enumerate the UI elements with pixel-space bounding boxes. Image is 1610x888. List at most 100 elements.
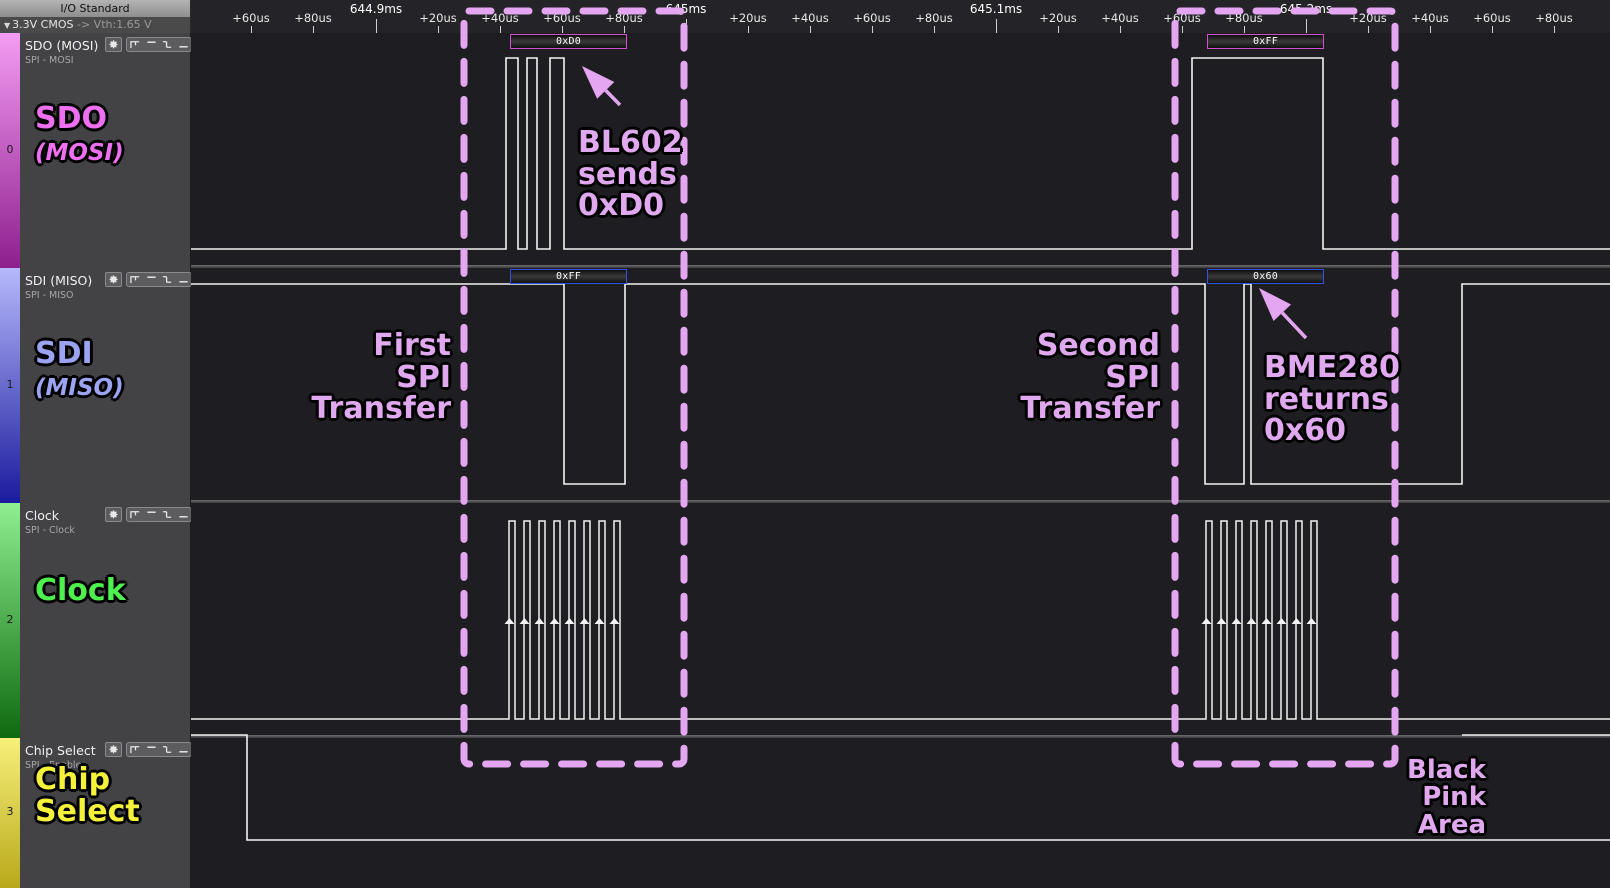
channel-pane-clock[interactable]: 2 Clock SPI - Clock Clock: [0, 503, 192, 738]
ruler-tick: [438, 26, 439, 33]
arrow-separator: ->: [76, 18, 91, 31]
ruler-tick: [1244, 26, 1245, 33]
low-level-icon[interactable]: [175, 38, 191, 51]
ruler-minor-label: +60us: [543, 11, 581, 25]
ruler-minor-label: +40us: [791, 11, 829, 25]
ruler-minor-label: +20us: [729, 11, 767, 25]
ruler-tick: [934, 26, 935, 33]
ruler-minor-label: +80us: [1535, 11, 1573, 25]
ruler-tick: [1182, 26, 1183, 33]
ruler-minor-label: +80us: [605, 11, 643, 25]
chevron-down-icon[interactable]: ▼: [4, 21, 10, 30]
ruler-tick: [686, 19, 687, 33]
ruler-minor-label: +40us: [1101, 11, 1139, 25]
channel-name-label[interactable]: Chip Select: [25, 743, 96, 758]
falling-edge-icon[interactable]: [159, 508, 175, 521]
sdi-miso-trace: [191, 283, 1610, 485]
waveform-traces: [191, 57, 1610, 841]
ruler-minor-label: +20us: [1039, 11, 1077, 25]
ruler-minor-label: +60us: [853, 11, 891, 25]
rising-edge-icon[interactable]: [127, 38, 143, 51]
ruler-minor-label: +40us: [481, 11, 519, 25]
chip-select-trace: [191, 734, 1610, 841]
ruler-minor-label: +80us: [1225, 11, 1263, 25]
clock-pulse-path: [191, 520, 1610, 720]
ruler-tick: [1120, 26, 1121, 33]
voltage-standard-label: 3.3V CMOS: [12, 18, 74, 31]
ruler-minor-label: +20us: [419, 11, 457, 25]
channel-name-label[interactable]: Clock: [25, 508, 59, 523]
channel-pane-sdo-mosi[interactable]: 0 SDO (MOSI) SPI - MOSI SDO (MOSI): [0, 33, 192, 268]
edge-trigger-button-group[interactable]: [126, 37, 192, 52]
miso-byte-1[interactable]: 0xFF: [510, 269, 627, 284]
rising-edge-icon[interactable]: [127, 743, 143, 756]
edge-trigger-button-group[interactable]: [126, 742, 192, 757]
edge-trigger-button-group[interactable]: [126, 507, 192, 522]
gear-icon[interactable]: [105, 742, 122, 757]
channel-name-label[interactable]: SDI (MISO): [25, 273, 92, 288]
clock-edge-marker: [534, 618, 545, 624]
ruler-minor-label: +40us: [1411, 11, 1449, 25]
clock-edge-marker: [579, 618, 590, 624]
channel-number: 0: [6, 142, 14, 156]
low-level-icon[interactable]: [175, 273, 191, 286]
mosi-byte-2[interactable]: 0xFF: [1207, 34, 1324, 49]
gear-icon[interactable]: [105, 507, 122, 522]
low-level-icon[interactable]: [175, 743, 191, 756]
ruler-tick: [1368, 26, 1369, 33]
channel-big-annotation: SDI (MISO): [35, 336, 124, 401]
timeline-ruler[interactable]: +60us +80us 644.9ms +20us +40us +60us +80us 645…: [191, 0, 1610, 33]
channel-protocol-label: SPI - Enable: [25, 760, 82, 771]
channel-protocol-label: SPI - Clock: [25, 525, 75, 536]
ruler-tick: [562, 26, 563, 33]
ruler-tick: [1058, 26, 1059, 33]
gear-icon[interactable]: [105, 37, 122, 52]
gear-icon[interactable]: [105, 272, 122, 287]
edge-trigger-button-group[interactable]: [126, 272, 192, 287]
clock-edge-marker: [1201, 618, 1212, 624]
low-level-icon[interactable]: [175, 508, 191, 521]
ruler-tick: [313, 26, 314, 33]
ruler-minor-label: +60us: [1473, 11, 1511, 25]
ruler-tick: [748, 26, 749, 33]
ruler-major-label: 645.2ms: [1279, 2, 1333, 16]
ruler-tick: [1554, 26, 1555, 33]
ruler-tick: [1430, 26, 1431, 33]
mosi-byte-1[interactable]: 0xD0: [510, 34, 627, 49]
ruler-major-label: 644.9ms: [349, 2, 403, 16]
clock-edge-marker: [1216, 618, 1227, 624]
falling-edge-icon[interactable]: [159, 743, 175, 756]
falling-edge-icon[interactable]: [159, 38, 175, 51]
channel-protocol-label: SPI - MOSI: [25, 55, 74, 66]
high-level-icon[interactable]: [143, 273, 159, 286]
voltage-threshold-row[interactable]: ▼ 3.3V CMOS -> Vth:1.65 V: [0, 17, 191, 33]
clock-edge-marker: [1276, 618, 1287, 624]
channel-pane-chip-select[interactable]: 3 Chip Select SPI - Enable Chip Select: [0, 738, 192, 888]
clock-edge-marker: [609, 618, 620, 624]
channel-name-label[interactable]: SDO (MOSI): [25, 38, 98, 53]
falling-edge-icon[interactable]: [159, 273, 175, 286]
clock-edge-marker: [564, 618, 575, 624]
ruler-tick: [1306, 19, 1307, 33]
ruler-major-label: 645.1ms: [969, 2, 1023, 16]
channel-big-annotation: Chip Select: [35, 762, 140, 829]
high-level-icon[interactable]: [143, 508, 159, 521]
channel-pane-sdi-miso[interactable]: 1 SDI (MISO) SPI - MISO SDI (MISO): [0, 268, 192, 503]
channel-number: 1: [6, 377, 14, 391]
high-level-icon[interactable]: [143, 38, 159, 51]
rising-edge-icon[interactable]: [127, 273, 143, 286]
waveform-canvas[interactable]: [191, 33, 1610, 888]
ruler-tick: [251, 26, 252, 33]
clock-edge-marker: [1261, 618, 1272, 624]
ruler-minor-label: +80us: [294, 11, 332, 25]
clock-edge-marker: [1291, 618, 1302, 624]
miso-byte-2[interactable]: 0x60: [1207, 269, 1324, 284]
ruler-tick: [624, 26, 625, 33]
channel-protocol-label: SPI - MISO: [25, 290, 74, 301]
clock-edge-marker: [549, 618, 560, 624]
rising-edge-icon[interactable]: [127, 508, 143, 521]
ruler-minor-label: +20us: [1349, 11, 1387, 25]
clock-edge-marker: [1306, 618, 1317, 624]
sdo-mosi-trace: [191, 57, 1610, 250]
high-level-icon[interactable]: [143, 743, 159, 756]
